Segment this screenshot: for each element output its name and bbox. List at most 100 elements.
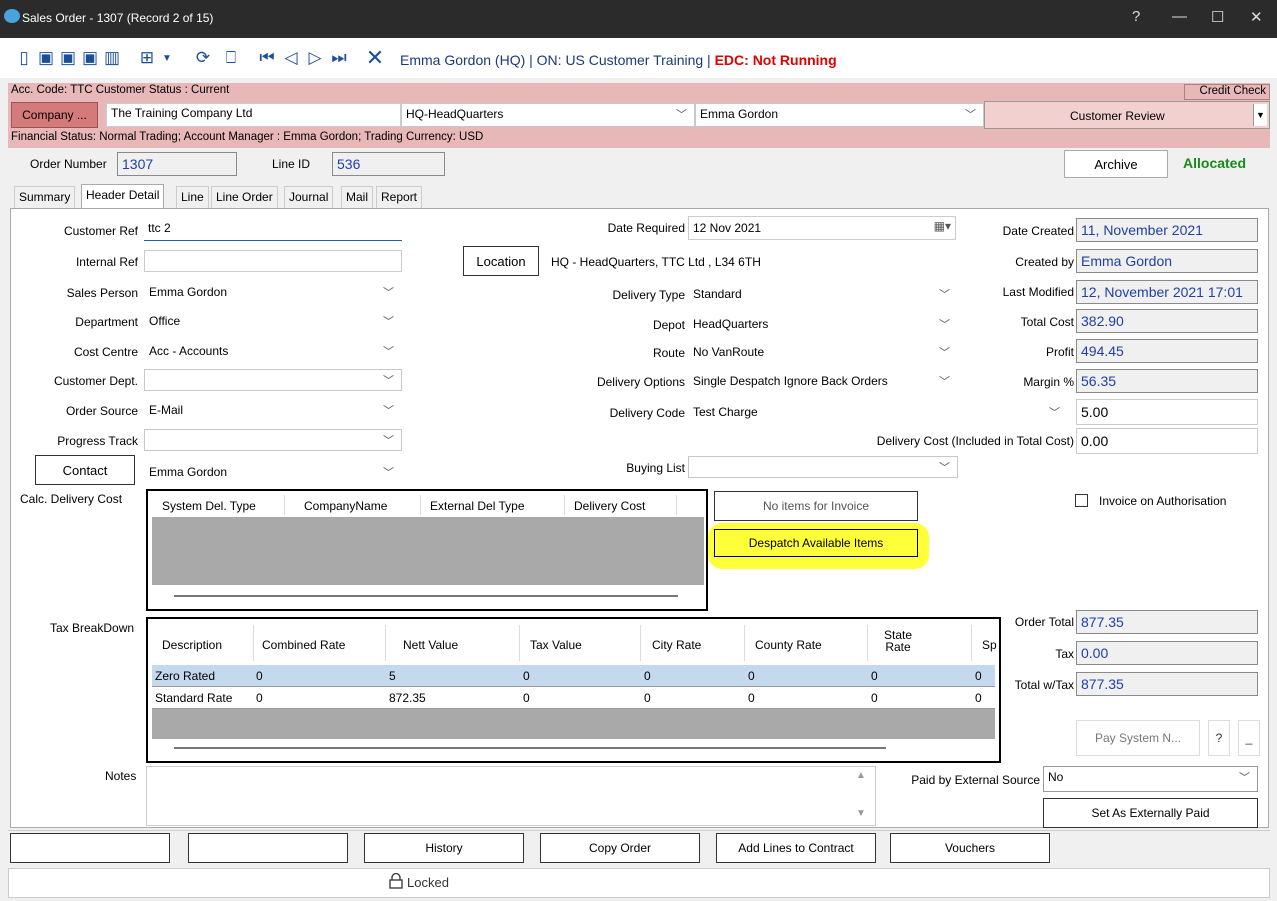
invoice-authorisation-checkbox[interactable] — [1075, 494, 1088, 507]
horizontal-scrollbar[interactable] — [174, 747, 886, 749]
cost-centre-select[interactable]: Acc - Accounts ﹀ — [144, 340, 402, 362]
contact-select[interactable]: Emma Gordon ﹀ — [144, 461, 402, 483]
previous-record-icon[interactable]: ◁ — [282, 48, 300, 68]
table-row[interactable]: Standard Rate 0 872.35 0 0 0 0 0 — [152, 687, 995, 709]
customer-review-select[interactable]: Customer Review ▼ — [984, 101, 1270, 129]
tab-mail[interactable]: Mail — [341, 186, 374, 208]
paid-external-select[interactable]: No ﹀ — [1043, 766, 1258, 792]
maximize-button[interactable]: ☐ — [1211, 8, 1224, 26]
profit-label: Profit — [1045, 345, 1074, 359]
save-new-icon[interactable]: ▣ — [59, 48, 77, 68]
column-header[interactable]: City Rate — [652, 638, 701, 652]
table-row[interactable]: Zero Rated 0 5 0 0 0 0 0 — [152, 665, 995, 687]
tax-breakdown-grid[interactable]: Description Combined Rate Nett Value Tax… — [146, 617, 1001, 763]
scroll-up-icon[interactable]: ▲ — [856, 770, 866, 781]
tab-summary[interactable]: Summary — [14, 186, 76, 208]
delivery-options-select[interactable]: Single Despatch Ignore Back Orders ﹀ — [688, 370, 958, 392]
last-record-icon[interactable]: ⏭ — [330, 48, 348, 68]
pay-minimize-button[interactable]: _ — [1238, 720, 1260, 756]
column-header[interactable]: County Rate — [755, 638, 822, 652]
column-header[interactable]: CompanyName — [304, 499, 387, 513]
date-required-picker[interactable]: 12 Nov 2021 ▦▾ — [688, 216, 956, 240]
buying-list-select[interactable]: ﹀ — [688, 456, 958, 478]
horizontal-scrollbar[interactable] — [174, 595, 678, 597]
help-icon[interactable]: ? — [1132, 8, 1140, 25]
tab-bar: Summary Header Detail Line Line Order Jo… — [14, 184, 434, 208]
route-select[interactable]: No VanRoute ﹀ — [688, 341, 958, 363]
delivery-cost-field[interactable]: 0.00 — [1076, 428, 1258, 454]
pay-system-button[interactable]: Pay System N... — [1076, 720, 1200, 756]
tab-journal[interactable]: Journal — [284, 186, 334, 208]
blank-button-2[interactable] — [188, 833, 348, 863]
next-record-icon[interactable]: ▷ — [306, 48, 324, 68]
company-button[interactable]: Company ... — [11, 102, 98, 128]
lock-icon — [389, 872, 403, 889]
tab-report[interactable]: Report — [376, 186, 423, 208]
column-header[interactable]: Delivery Cost — [574, 499, 645, 513]
tax-breakdown-label: Tax BreakDown — [50, 621, 135, 635]
notes-field[interactable] — [146, 766, 876, 826]
new-icon[interactable]: ▯ — [15, 48, 33, 68]
save-close-icon[interactable]: ▣ — [81, 48, 99, 68]
calendar-icon[interactable]: ▦▾ — [934, 219, 951, 233]
add-icon[interactable]: ⊞ — [138, 48, 156, 68]
column-header[interactable]: System Del. Type — [162, 499, 256, 513]
customer-dept-select[interactable]: ﹀ — [144, 369, 402, 391]
first-record-icon[interactable]: ⏮ — [258, 48, 276, 68]
internal-ref-field[interactable] — [144, 250, 402, 272]
refresh-icon[interactable]: ⟳ — [194, 48, 212, 68]
set-externally-paid-button[interactable]: Set As Externally Paid — [1043, 798, 1258, 828]
column-divider — [420, 495, 421, 515]
add-lines-contract-button[interactable]: Add Lines to Contract — [716, 833, 876, 863]
site-select[interactable]: HQ-HeadQuarters ﹀ — [401, 103, 695, 127]
column-header[interactable]: External Del Type — [430, 499, 525, 513]
contact-button[interactable]: Contact — [35, 455, 135, 485]
chevron-down-icon: ﹀ — [965, 109, 976, 121]
column-header[interactable]: Description — [162, 638, 222, 652]
history-button[interactable]: History — [364, 833, 524, 863]
table-cell: 5 — [389, 669, 396, 683]
department-label: Department — [75, 315, 138, 329]
document-icon[interactable]: ⎕ — [222, 48, 240, 68]
vouchers-button[interactable]: Vouchers — [890, 833, 1050, 863]
tab-line-order[interactable]: Line Order — [211, 186, 278, 208]
progress-track-select[interactable]: ﹀ — [144, 429, 402, 451]
scroll-down-icon[interactable]: ▼ — [856, 808, 866, 819]
sales-person-select[interactable]: Emma Gordon ﹀ — [144, 281, 402, 303]
delivery-cost-grid[interactable]: System Del. Type CompanyName External De… — [146, 489, 708, 611]
close-record-icon[interactable]: ✕ — [366, 45, 384, 70]
column-header[interactable]: Sp — [982, 638, 997, 652]
manager-select[interactable]: Emma Gordon ﹀ — [695, 103, 984, 127]
locked-label: Locked — [407, 875, 449, 890]
delete-icon[interactable]: ▥ — [103, 48, 121, 68]
company-name-field[interactable]: The Training Company Ltd — [106, 103, 401, 127]
tab-header-detail[interactable]: Header Detail — [81, 184, 165, 208]
order-source-label: Order Source — [65, 404, 138, 418]
column-header[interactable]: Tax Value — [530, 638, 582, 652]
depot-select[interactable]: HeadQuarters ﹀ — [688, 313, 958, 335]
paid-external-value: No — [1048, 770, 1064, 784]
column-header[interactable]: State Rate — [878, 629, 918, 653]
delivery-code-amount[interactable]: 5.00 — [1076, 399, 1258, 425]
delivery-code-select[interactable]: Test Charge ﹀ — [688, 401, 1068, 423]
customer-ref-field[interactable]: ttc 2 — [144, 219, 402, 241]
blank-button-1[interactable] — [10, 833, 170, 863]
delivery-type-select[interactable]: Standard ﹀ — [688, 283, 958, 305]
order-total-label: Order Total — [1014, 615, 1074, 629]
archive-button[interactable]: Archive — [1064, 150, 1168, 178]
location-button[interactable]: Location — [463, 246, 539, 276]
order-source-select[interactable]: E-Mail ﹀ — [144, 399, 402, 421]
copy-order-button[interactable]: Copy Order — [540, 833, 700, 863]
dropdown-arrow-icon[interactable]: ▼ — [158, 48, 176, 68]
column-header[interactable]: Combined Rate — [262, 638, 345, 652]
tab-line[interactable]: Line — [176, 186, 209, 208]
credit-check-button[interactable]: Credit Check — [1184, 84, 1270, 100]
despatch-available-button[interactable]: Despatch Available Items — [714, 529, 918, 557]
minimize-button[interactable]: — — [1172, 8, 1187, 25]
department-select[interactable]: Office ﹀ — [144, 310, 402, 332]
save-icon[interactable]: ▣ — [37, 48, 55, 68]
close-button[interactable]: ✕ — [1250, 8, 1263, 26]
column-header[interactable]: Nett Value — [403, 638, 458, 652]
no-items-invoice-button[interactable]: No items for Invoice — [714, 491, 918, 521]
pay-help-button[interactable]: ? — [1208, 720, 1230, 756]
